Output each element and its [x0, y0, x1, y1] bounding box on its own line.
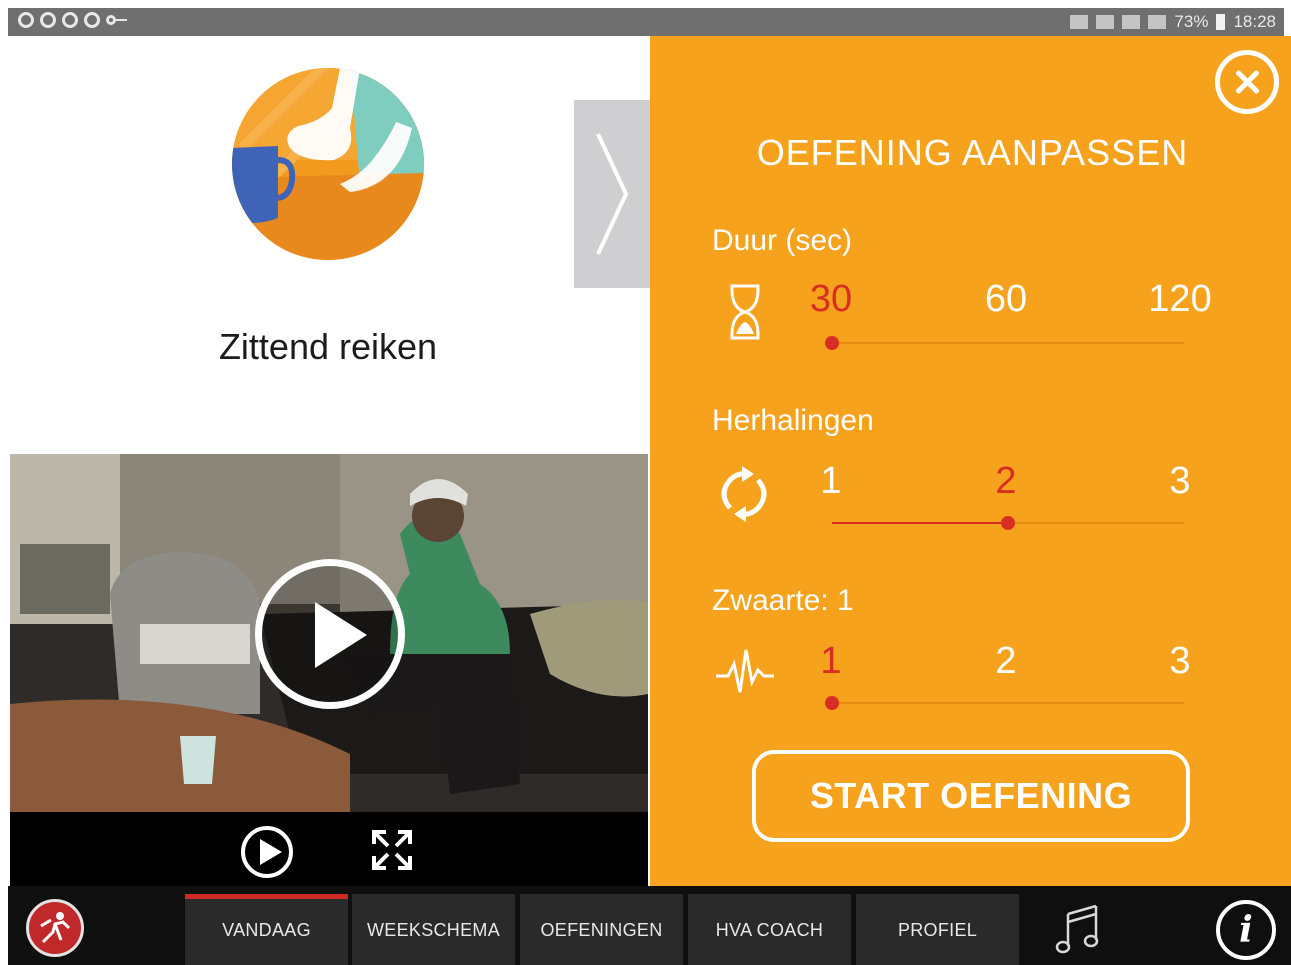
tab-oefeningen[interactable]: OEFENINGEN: [520, 894, 683, 965]
battery-level: 73%: [1174, 12, 1209, 31]
tab-hva-coach[interactable]: HVA COACH: [688, 894, 851, 965]
system-icons: 73% 18:28: [1070, 12, 1276, 32]
clock: 18:28: [1233, 12, 1276, 31]
video-player[interactable]: [10, 454, 648, 812]
wifi-icon: [1122, 15, 1141, 29]
notification-icon: [84, 12, 100, 28]
intensity-option-3[interactable]: 3: [1140, 640, 1220, 683]
intensity-slider-handle[interactable]: [825, 696, 839, 710]
intensity-option-1[interactable]: 1: [791, 640, 871, 683]
fullscreen-icon[interactable]: [370, 828, 414, 872]
close-icon[interactable]: [1215, 50, 1279, 114]
duration-slider[interactable]: [825, 336, 1184, 350]
repetitions-label: Herhalingen: [712, 404, 874, 437]
info-icon[interactable]: i: [1216, 900, 1276, 960]
start-exercise-button[interactable]: START OEFENING: [752, 750, 1190, 842]
repeat-icon: [712, 462, 772, 522]
battery-icon: [1216, 14, 1226, 30]
intensity-option-2[interactable]: 2: [966, 640, 1046, 683]
play-icon[interactable]: [255, 559, 405, 709]
panel-title: OEFENING AANPASSEN: [756, 132, 1189, 173]
video-controls: [10, 812, 648, 886]
notification-icon: [62, 12, 78, 28]
settings-panel: OEFENING AANPASSEN Duur (sec) 30 60 120 …: [650, 36, 1291, 886]
repetitions-option-3[interactable]: 3: [1140, 460, 1220, 503]
tab-profiel[interactable]: PROFIEL: [856, 894, 1019, 965]
duration-label: Duur (sec): [712, 224, 853, 257]
exercise-panel: Zittend reiken: [8, 36, 650, 886]
exercise-title: Zittend reiken: [218, 326, 438, 367]
notification-icon: [40, 12, 56, 28]
hourglass-icon: [712, 280, 772, 340]
repetitions-slider-handle[interactable]: [1001, 516, 1015, 530]
intensity-slider[interactable]: [825, 696, 1184, 710]
repetitions-slider-fill: [832, 522, 1008, 524]
tab-weekschema[interactable]: WEEKSCHEMA: [352, 894, 515, 965]
tab-vandaag[interactable]: VANDAAG: [185, 894, 348, 965]
heartbeat-icon: [712, 642, 774, 702]
signal-icon: [1148, 15, 1167, 29]
mute-icon: [1096, 15, 1115, 29]
duration-option-60[interactable]: 60: [966, 278, 1046, 321]
repetitions-slider[interactable]: [832, 516, 1184, 530]
music-icon[interactable]: [1054, 900, 1104, 956]
nfc-icon: [1070, 15, 1089, 29]
repetitions-option-2[interactable]: 2: [966, 460, 1046, 503]
notification-icons: [18, 12, 128, 28]
app-logo-icon[interactable]: [26, 899, 84, 957]
key-icon: [106, 12, 128, 28]
chevron-right-icon: [596, 133, 629, 255]
next-exercise-button[interactable]: [574, 100, 650, 288]
play-circle-icon[interactable]: [241, 826, 293, 878]
duration-slider-handle[interactable]: [825, 336, 839, 350]
repetitions-option-1[interactable]: 1: [791, 460, 871, 503]
bottom-nav: VANDAAG WEEKSCHEMA OEFENINGEN HVA COACH …: [8, 886, 1291, 965]
notification-icon: [18, 12, 34, 28]
intensity-label: Zwaarte: 1: [712, 584, 854, 617]
reach-illustration-icon: [232, 68, 424, 260]
status-bar: 73% 18:28: [8, 8, 1284, 36]
duration-option-30[interactable]: 30: [791, 278, 871, 321]
duration-option-120[interactable]: 120: [1140, 278, 1220, 321]
